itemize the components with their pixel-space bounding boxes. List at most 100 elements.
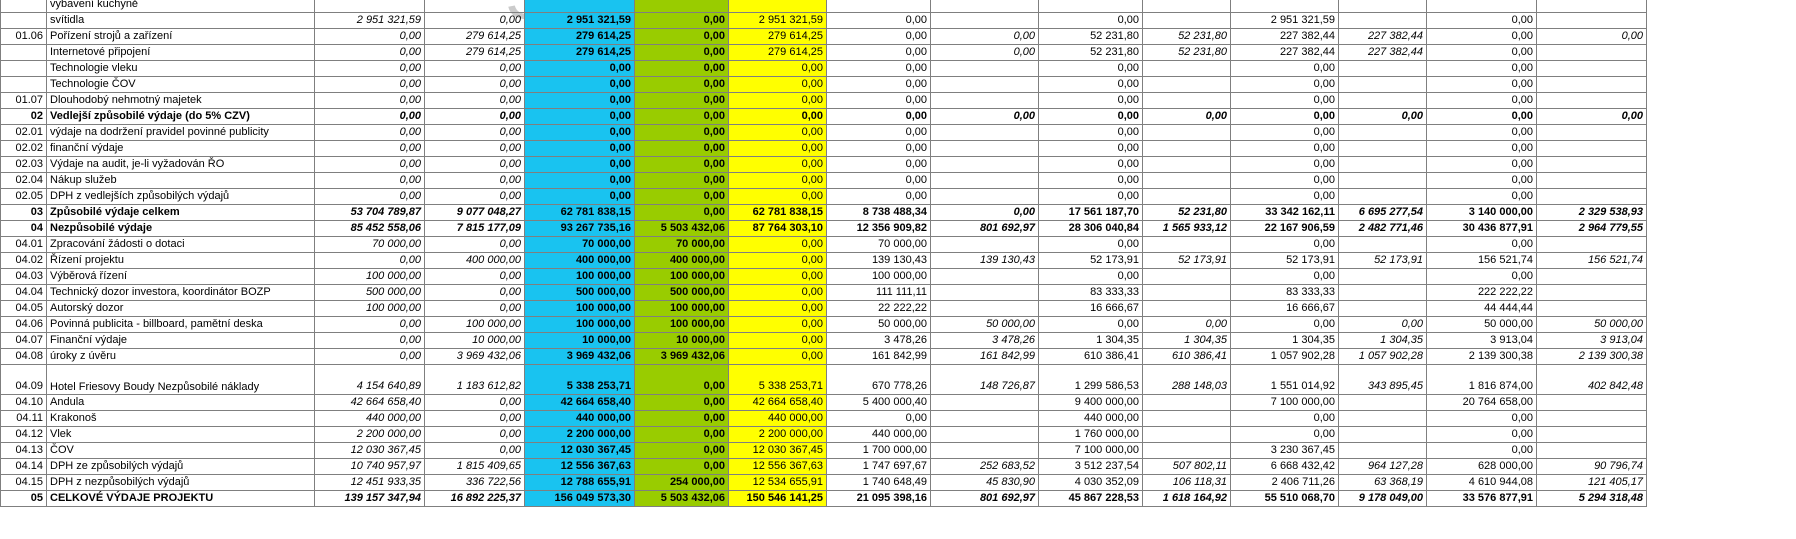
value-cell[interactable]: 52 173,91 [1142,252,1231,269]
row-code-cell[interactable]: 04.01 [0,236,47,253]
value-cell[interactable]: 139 157 347,94 [314,490,425,507]
value-cell[interactable]: 0,00 [424,60,525,77]
value-cell[interactable]: 279 614,25 [728,44,827,61]
row-code-cell[interactable]: 04.15 [0,474,47,491]
value-cell[interactable]: 0,00 [634,76,729,93]
value-cell[interactable]: 2 200 000,00 [524,426,635,443]
value-cell[interactable]: 0,00 [634,364,729,395]
value-cell[interactable]: 0,00 [826,60,931,77]
value-cell[interactable]: 2 139 300,38 [1536,348,1647,365]
value-cell[interactable]: 0,00 [634,394,729,411]
value-cell[interactable]: 0,00 [728,172,827,189]
value-cell[interactable]: 63 368,19 [1338,474,1427,491]
value-cell[interactable]: 0,00 [1230,92,1339,109]
value-cell[interactable]: 42 664 658,40 [728,394,827,411]
value-cell[interactable]: 6 668 432,42 [1230,458,1339,475]
row-code-cell[interactable] [0,76,47,93]
value-cell[interactable]: 0,00 [634,156,729,173]
row-name-cell[interactable]: výdaje na dodržení pravidel povinné publ… [46,124,315,141]
value-cell[interactable] [930,188,1039,205]
value-cell[interactable]: 400 000,00 [634,252,729,269]
value-cell[interactable]: 0,00 [1038,12,1143,29]
row-code-cell[interactable] [0,0,47,13]
value-cell[interactable]: 33 342 162,11 [1230,204,1339,221]
value-cell[interactable]: 0,00 [728,316,827,333]
value-cell[interactable]: 3 969 432,06 [634,348,729,365]
value-cell[interactable] [1338,0,1427,13]
value-cell[interactable]: 0,00 [314,28,425,45]
value-cell[interactable] [930,12,1039,29]
row-name-cell[interactable]: Výběrová řízení [46,268,315,285]
row-code-cell[interactable] [0,12,47,29]
value-cell[interactable]: 440 000,00 [314,410,425,427]
value-cell[interactable]: 100 000,00 [634,300,729,317]
value-cell[interactable]: 0,00 [1038,188,1143,205]
value-cell[interactable]: 2 951 321,59 [314,12,425,29]
value-cell[interactable]: 3 230 367,45 [1230,442,1339,459]
value-cell[interactable]: 0,00 [930,28,1039,45]
value-cell[interactable]: 0,00 [728,76,827,93]
value-cell[interactable]: 500 000,00 [524,284,635,301]
value-cell[interactable]: 52 231,80 [1142,204,1231,221]
value-cell[interactable]: 5 338 253,71 [524,364,635,395]
value-cell[interactable]: 106 118,31 [1142,474,1231,491]
value-cell[interactable]: 0,00 [634,426,729,443]
value-cell[interactable] [1142,172,1231,189]
value-cell[interactable] [1338,76,1427,93]
value-cell[interactable] [930,156,1039,173]
value-cell[interactable] [1536,236,1647,253]
value-cell[interactable]: 0,00 [524,92,635,109]
value-cell[interactable]: 0,00 [1426,188,1537,205]
value-cell[interactable]: 0,00 [930,44,1039,61]
value-cell[interactable]: 0,00 [728,348,827,365]
value-cell[interactable]: 402 842,48 [1536,364,1647,395]
value-cell[interactable]: 22 222,22 [826,300,931,317]
value-cell[interactable]: 336 722,56 [424,474,525,491]
value-cell[interactable]: 139 130,43 [826,252,931,269]
value-cell[interactable]: 0,00 [424,442,525,459]
value-cell[interactable] [930,60,1039,77]
value-cell[interactable]: 0,00 [728,108,827,125]
value-cell[interactable]: 1 304,35 [1142,332,1231,349]
value-cell[interactable]: 0,00 [826,92,931,109]
value-cell[interactable] [930,410,1039,427]
value-cell[interactable] [930,92,1039,109]
value-cell[interactable] [1338,92,1427,109]
row-code-cell[interactable]: 04.04 [0,284,47,301]
value-cell[interactable]: 0,00 [634,108,729,125]
value-cell[interactable]: 628 000,00 [1426,458,1537,475]
value-cell[interactable]: 254 000,00 [634,474,729,491]
value-cell[interactable] [1338,300,1427,317]
value-cell[interactable]: 0,00 [728,140,827,157]
value-cell[interactable]: 52 231,80 [1038,44,1143,61]
row-code-cell[interactable]: 04.07 [0,332,47,349]
value-cell[interactable]: 20 764 658,00 [1426,394,1537,411]
value-cell[interactable]: 0,00 [314,124,425,141]
value-cell[interactable]: 0,00 [1038,108,1143,125]
value-cell[interactable] [930,442,1039,459]
value-cell[interactable]: 4 610 944,08 [1426,474,1537,491]
value-cell[interactable]: 70 000,00 [826,236,931,253]
value-cell[interactable]: 3 478,26 [826,332,931,349]
value-cell[interactable]: 3 140 000,00 [1426,204,1537,221]
value-cell[interactable]: 0,00 [1230,140,1339,157]
value-cell[interactable] [1536,300,1647,317]
value-cell[interactable]: 156 521,74 [1426,252,1537,269]
value-cell[interactable]: 0,00 [424,268,525,285]
value-cell[interactable]: 12 451 933,35 [314,474,425,491]
value-cell[interactable]: 0,00 [424,426,525,443]
value-cell[interactable]: 0,00 [728,124,827,141]
value-cell[interactable]: 0,00 [634,458,729,475]
value-cell[interactable]: 121 405,17 [1536,474,1647,491]
row-name-cell[interactable]: Andula [46,394,315,411]
value-cell[interactable]: 0,00 [1038,60,1143,77]
value-cell[interactable]: 0,00 [1038,172,1143,189]
value-cell[interactable]: 0,00 [930,204,1039,221]
value-cell[interactable]: 70 000,00 [314,236,425,253]
value-cell[interactable] [1338,426,1427,443]
value-cell[interactable]: 0,00 [728,60,827,77]
value-cell[interactable] [1338,156,1427,173]
value-cell[interactable] [1536,410,1647,427]
value-cell[interactable]: 0,00 [1230,188,1339,205]
value-cell[interactable]: 0,00 [314,156,425,173]
